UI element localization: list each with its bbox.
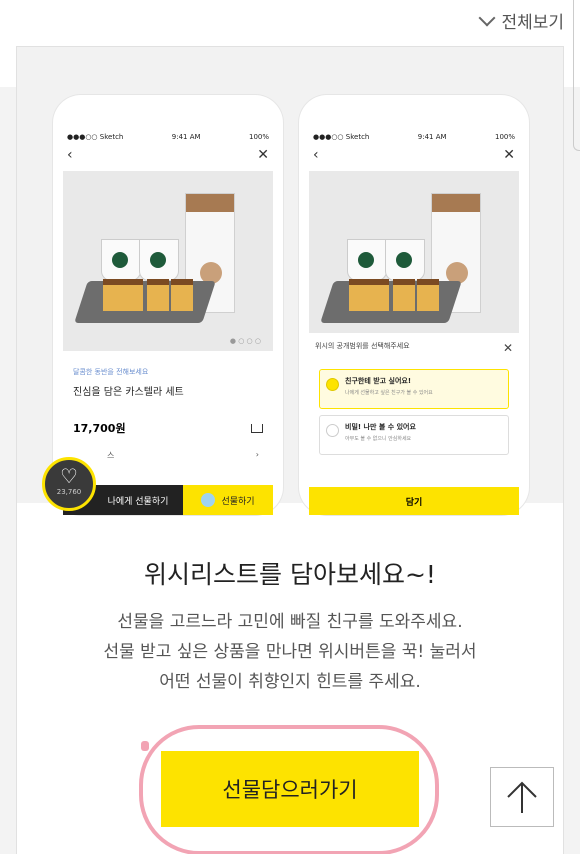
product-image — [309, 171, 519, 351]
tray — [320, 281, 462, 323]
view-all-label: 전체보기 — [501, 13, 564, 33]
carousel-dots: ● ○ ○ ○ — [229, 337, 261, 345]
sheet-header: 위시의 공개범위를 선택해주세요 ✕ — [309, 333, 519, 363]
tray — [74, 281, 216, 323]
castella-slice — [393, 279, 415, 311]
gift-icon — [201, 493, 216, 507]
view-all-link[interactable]: 전체보기 — [478, 8, 564, 33]
wishlist-promo-card: ●●●○○ Sketch 9:41 AM 100% ‹ ✕ ● ○ ○ ○ 달콤… — [16, 46, 564, 854]
scroll-edge — [573, 0, 580, 151]
castella-cake — [103, 279, 143, 311]
coffee-cup — [347, 239, 387, 281]
option-public-sub: 나에게 선물하고 싶은 친구가 볼 수 있어요 — [345, 390, 433, 396]
radio-selected-icon — [326, 378, 339, 391]
option-public-title: 친구한테 받고 싶어요! — [345, 377, 412, 385]
phone-nav: ‹ ✕ — [63, 141, 273, 169]
price-row: 17,700원 — [73, 420, 263, 436]
option-private: 비밀! 나만 볼 수 있어요 아무도 볼 수 없으니 안심하세요 — [319, 415, 509, 455]
gift-button: 선물하기 — [183, 485, 273, 515]
back-icon: ‹ — [67, 147, 73, 163]
phone-mockup-wish-sheet: ●●●○○ Sketch 9:41 AM 100% ‹ ✕ 위시의 공개범위를 … — [299, 95, 529, 515]
close-icon: ✕ — [257, 147, 269, 163]
status-bar: ●●●○○ Sketch 9:41 AM 100% — [63, 125, 273, 141]
castella-slice — [171, 279, 193, 311]
option-row: 스 › — [107, 450, 273, 461]
product-image: ● ○ ○ ○ — [63, 171, 273, 351]
confirm-button: 담기 — [309, 487, 519, 515]
phone-nav: ‹ ✕ — [309, 141, 519, 169]
wish-heart-badge: ♡ 23,760 — [42, 457, 96, 511]
back-icon: ‹ — [313, 147, 319, 163]
wish-count: 23,760 — [56, 488, 82, 496]
close-icon: ✕ — [502, 341, 513, 355]
status-battery: 100% — [248, 133, 269, 141]
coffee-cup — [139, 239, 179, 281]
close-icon: ✕ — [503, 147, 515, 163]
coffee-cup — [385, 239, 425, 281]
heart-icon: ♡ — [60, 464, 78, 488]
desc-line: 선물 받고 싶은 상품을 만나면 위시버튼을 꾹! 눌러서 — [103, 642, 477, 662]
chevron-down-icon — [478, 9, 496, 26]
status-bar: ●●●○○ Sketch 9:41 AM 100% — [309, 125, 519, 141]
share-icon — [251, 423, 263, 433]
status-battery: 100% — [494, 133, 515, 141]
status-carrier: ●●●○○ Sketch — [313, 133, 370, 141]
annotation-mark — [141, 741, 149, 751]
product-price: 17,700원 — [73, 422, 126, 435]
phone-screen: ●●●○○ Sketch 9:41 AM 100% ‹ ✕ ● ○ ○ ○ 달콤… — [63, 125, 273, 515]
option-public: 친구한테 받고 싶어요! 나에게 선물하고 싶은 친구가 볼 수 있어요 — [319, 369, 509, 409]
product-tag: 달콤한 동반을 전해보세요 — [73, 368, 149, 376]
arrow-up-icon — [507, 781, 537, 813]
castella-slice — [147, 279, 169, 311]
desc-line: 어떤 선물이 취향인지 힌트를 주세요. — [159, 672, 421, 692]
status-time: 9:41 AM — [417, 133, 447, 141]
scroll-top-button[interactable] — [490, 767, 554, 827]
option-private-title: 비밀! 나만 볼 수 있어요 — [345, 423, 416, 431]
promo-description: 선물을 고르느라 고민에 빠질 친구를 도와주세요. 선물 받고 싶은 상품을 … — [17, 607, 563, 697]
promo-headline: 위시리스트를 담아보세요~! — [144, 560, 436, 589]
phone-screen: ●●●○○ Sketch 9:41 AM 100% ‹ ✕ 위시의 공개범위를 … — [309, 125, 519, 515]
castella-slice — [417, 279, 439, 311]
wish-visibility-sheet: 위시의 공개범위를 선택해주세요 ✕ 친구한테 받고 싶어요! 나에게 선물하고… — [309, 333, 519, 515]
coffee-cup — [101, 239, 141, 281]
option-private-sub: 아무도 볼 수 없으니 안심하세요 — [345, 436, 412, 442]
phone-mockup-product: ●●●○○ Sketch 9:41 AM 100% ‹ ✕ ● ○ ○ ○ 달콤… — [53, 95, 283, 515]
desc-line: 선물을 고르느라 고민에 빠질 친구를 도와주세요. — [117, 612, 463, 632]
phone-mockups: ●●●○○ Sketch 9:41 AM 100% ‹ ✕ ● ○ ○ ○ 달콤… — [17, 47, 563, 515]
castella-cake — [349, 279, 389, 311]
status-time: 9:41 AM — [171, 133, 201, 141]
gift-button-label: 선물하기 — [221, 496, 255, 507]
radio-icon — [326, 424, 339, 437]
sheet-title: 위시의 공개범위를 선택해주세요 — [315, 342, 410, 350]
go-add-gift-button[interactable]: 선물담으러가기 — [161, 751, 419, 827]
status-carrier: ●●●○○ Sketch — [67, 133, 124, 141]
product-title: 진심을 담은 카스텔라 세트 — [73, 387, 184, 398]
option-row-label: 스 — [107, 451, 115, 460]
chevron-right-icon: › — [255, 450, 259, 459]
